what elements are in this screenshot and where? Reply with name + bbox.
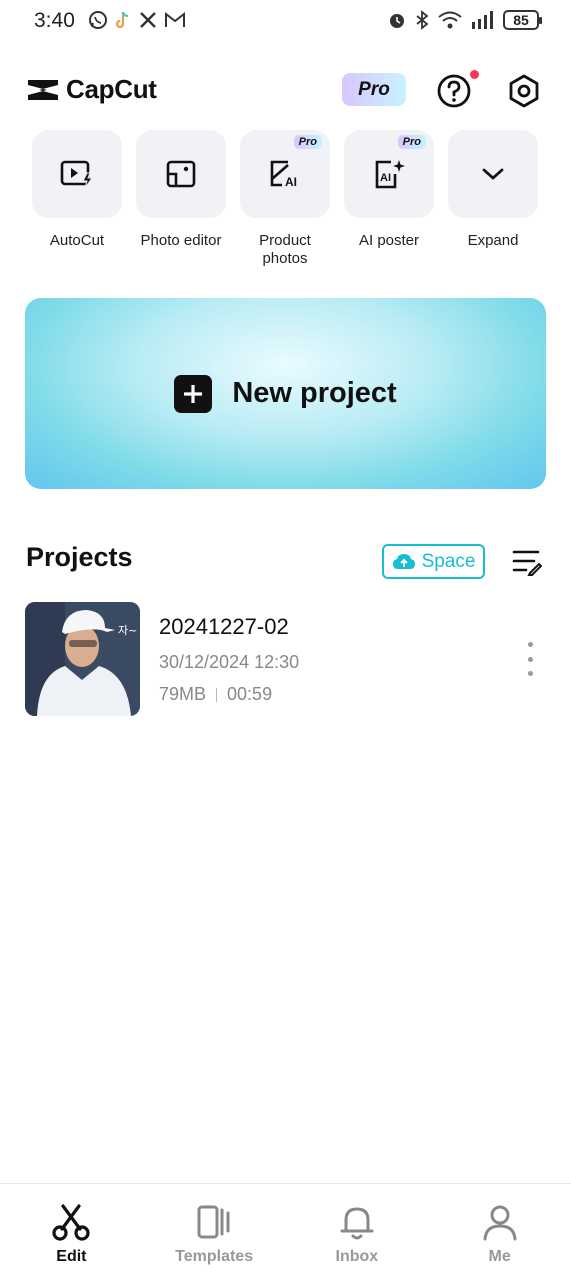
gmail-icon xyxy=(165,11,185,27)
person-icon xyxy=(483,1205,517,1241)
photo-editor-icon xyxy=(166,160,196,188)
tool-product-photos[interactable]: Pro AI Product photos xyxy=(240,130,330,268)
chevron-down-icon xyxy=(482,168,504,180)
tool-tile[interactable]: Pro AI xyxy=(240,130,330,218)
project-date: 30/12/2024 12:30 xyxy=(159,652,300,672)
help-icon[interactable] xyxy=(436,73,472,109)
svg-text:AI: AI xyxy=(380,172,391,184)
status-notification-icons xyxy=(88,10,186,30)
battery-indicator: 85 xyxy=(503,10,542,30)
cloud-upload-icon xyxy=(392,553,415,569)
plus-icon xyxy=(174,374,213,413)
meta-divider xyxy=(216,687,218,702)
tool-label: Expand xyxy=(467,232,519,249)
alarm-icon xyxy=(390,14,404,28)
tiktok-icon xyxy=(115,11,129,29)
quick-tools: AutoCut Photo editor Pro AI Product phot… xyxy=(32,130,538,268)
status-time: 3:40 xyxy=(34,9,75,32)
nav-label: Edit xyxy=(56,1248,87,1265)
project-name: 20241227-02 xyxy=(159,614,289,639)
pro-tag: Pro xyxy=(293,135,322,149)
projects-title: Projects xyxy=(26,542,133,572)
svg-text:AI: AI xyxy=(285,175,297,189)
thumbnail-image: 자~ xyxy=(25,602,140,716)
tool-expand[interactable]: Expand xyxy=(448,130,538,268)
new-project-button[interactable]: New project xyxy=(25,298,546,489)
capcut-logo-icon xyxy=(28,79,58,100)
capcut-home-screen: 3:40 85 CapCut Pro AutoCut Photo editor … xyxy=(0,0,571,1280)
space-button[interactable]: Space xyxy=(382,544,485,579)
x-icon xyxy=(140,12,156,28)
product-photos-icon: AI xyxy=(270,160,297,189)
signal-icon xyxy=(472,11,493,29)
nav-templates[interactable]: Templates xyxy=(143,1184,286,1280)
tool-label: AI poster xyxy=(358,232,420,249)
project-meta: 79MB 00:59 xyxy=(159,684,272,705)
app-name: CapCut xyxy=(66,74,157,104)
status-system-icons: 85 xyxy=(387,10,542,30)
project-item[interactable]: 자~ 20241227-02 30/12/2024 12:30 79MB 00:… xyxy=(25,602,546,716)
bottom-nav: Edit Templates Inbox Me xyxy=(0,1183,571,1280)
status-bar: 3:40 85 xyxy=(0,0,571,42)
pro-tag: Pro xyxy=(397,135,426,149)
project-duration: 00:59 xyxy=(227,684,273,704)
templates-icon xyxy=(197,1205,230,1239)
tool-ai-poster[interactable]: Pro AI AI poster xyxy=(344,130,434,268)
settings-icon[interactable] xyxy=(506,73,542,109)
battery-level: 85 xyxy=(513,12,529,28)
notification-dot xyxy=(470,70,479,79)
nav-me[interactable]: Me xyxy=(428,1184,571,1280)
app-header: CapCut Pro xyxy=(26,70,543,112)
bluetooth-icon xyxy=(416,10,429,30)
tool-label: AutoCut xyxy=(49,232,105,249)
space-label: Space xyxy=(421,550,476,572)
nav-inbox[interactable]: Inbox xyxy=(286,1184,429,1280)
wifi-icon xyxy=(438,11,462,29)
tool-tile[interactable] xyxy=(448,130,538,218)
nav-edit[interactable]: Edit xyxy=(0,1184,143,1280)
capcut-logo: CapCut xyxy=(26,74,157,105)
manage-projects-icon[interactable] xyxy=(512,548,542,576)
tool-autocut[interactable]: AutoCut xyxy=(32,130,122,268)
tool-label: Photo editor xyxy=(140,232,222,249)
tool-label: Product photos xyxy=(259,232,311,267)
pro-button[interactable]: Pro xyxy=(342,73,406,106)
tool-photo-editor[interactable]: Photo editor xyxy=(136,130,226,268)
scissors-icon xyxy=(52,1204,90,1241)
tool-tile[interactable]: Pro AI xyxy=(344,130,434,218)
thumbnail-caption: 자~ xyxy=(118,624,137,637)
project-thumbnail[interactable]: 자~ xyxy=(25,602,140,716)
tool-tile[interactable] xyxy=(136,130,226,218)
nav-label: Me xyxy=(488,1248,511,1265)
nav-label: Inbox xyxy=(335,1248,379,1265)
whatsapp-icon xyxy=(89,11,107,29)
more-options-icon[interactable] xyxy=(522,642,538,676)
ai-poster-icon: AI xyxy=(375,160,405,189)
new-project-label: New project xyxy=(232,377,397,409)
tool-tile[interactable] xyxy=(32,130,122,218)
nav-label: Templates xyxy=(175,1248,254,1265)
project-size: 79MB xyxy=(159,684,207,704)
bell-icon xyxy=(340,1207,374,1240)
autocut-icon xyxy=(60,160,93,189)
